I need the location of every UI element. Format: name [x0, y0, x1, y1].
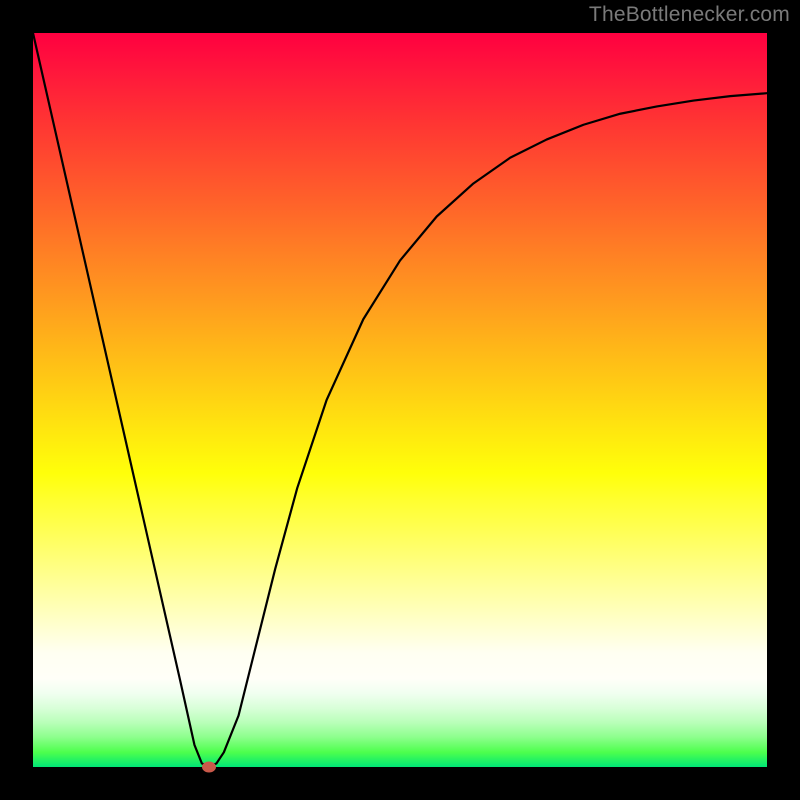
- chart-frame: TheBottlenecker.com: [0, 0, 800, 800]
- bottleneck-curve: [33, 33, 767, 767]
- optimum-marker: [202, 762, 216, 773]
- watermark-text: TheBottlenecker.com: [589, 3, 790, 27]
- plot-area: [33, 33, 767, 767]
